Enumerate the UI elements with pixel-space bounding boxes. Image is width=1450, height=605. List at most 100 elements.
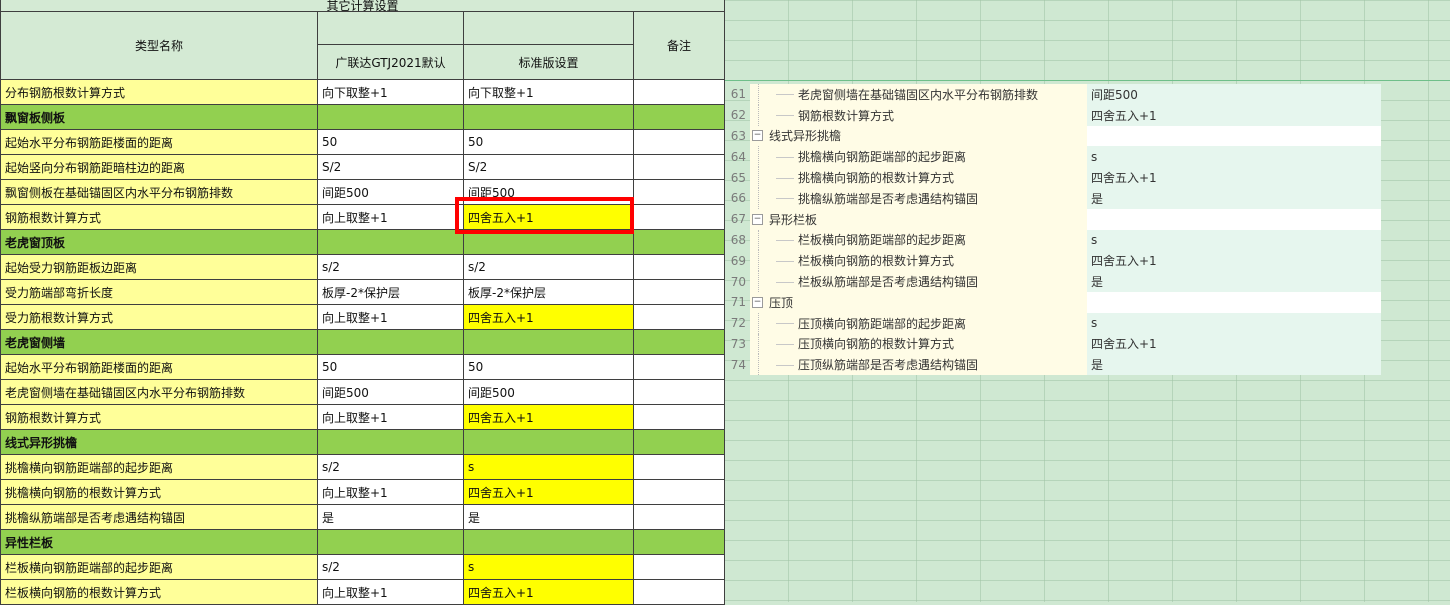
tree-item-row[interactable]: 73 压顶横向钢筋的根数计算方式 四舍五入+1: [726, 333, 1381, 355]
tree-item-row[interactable]: 62 钢筋根数计算方式 四舍五入+1: [726, 104, 1381, 126]
tree-value-cell[interactable]: [1087, 125, 1381, 147]
note-cell[interactable]: [633, 379, 725, 405]
tree-item-row[interactable]: 72 压顶横向钢筋距端部的起步距离 s: [726, 312, 1381, 334]
note-cell[interactable]: [633, 454, 725, 480]
tree-item-row[interactable]: 64 挑檐横向钢筋距端部的起步距离 s: [726, 146, 1381, 168]
header-standard[interactable]: 标准版设置: [463, 44, 634, 80]
tree-group-row[interactable]: 71− 压顶: [726, 291, 1381, 313]
type-name-cell[interactable]: 挑檐横向钢筋的根数计算方式: [0, 479, 318, 505]
note-cell[interactable]: [633, 254, 725, 280]
gtj-default-cell[interactable]: 向上取整+1: [317, 204, 464, 230]
standard-setting-cell[interactable]: 向下取整+1: [463, 79, 634, 105]
type-name-cell[interactable]: 挑檐横向钢筋距端部的起步距离: [0, 454, 318, 480]
note-cell[interactable]: [633, 479, 725, 505]
section-blank-cell[interactable]: [317, 229, 464, 255]
type-name-cell[interactable]: 老虎窗侧墙在基础锚固区内水平分布钢筋排数: [0, 379, 318, 405]
section-title-cell[interactable]: 老虎窗顶板: [0, 229, 318, 255]
tree-value-cell[interactable]: [1087, 291, 1381, 313]
tree-value-cell[interactable]: 四舍五入+1: [1087, 250, 1381, 272]
tree-value-cell[interactable]: [1087, 208, 1381, 230]
gtj-default-cell[interactable]: 是: [317, 504, 464, 530]
type-name-cell[interactable]: 钢筋根数计算方式: [0, 204, 318, 230]
type-name-cell[interactable]: 钢筋根数计算方式: [0, 404, 318, 430]
standard-setting-cell[interactable]: 50: [463, 354, 634, 380]
type-name-cell[interactable]: 飘窗侧板在基础锚固区内水平分布钢筋排数: [0, 179, 318, 205]
tree-item-row[interactable]: 61 老虎窗侧墙在基础锚固区内水平分布钢筋排数 间距500: [726, 84, 1381, 105]
standard-setting-cell[interactable]: 是: [463, 504, 634, 530]
section-blank-cell[interactable]: [633, 529, 725, 555]
tree-value-cell[interactable]: 四舍五入+1: [1087, 167, 1381, 188]
header-note[interactable]: 备注: [633, 11, 725, 80]
gtj-default-cell[interactable]: 向上取整+1: [317, 479, 464, 505]
section-blank-cell[interactable]: [463, 104, 634, 130]
gtj-default-cell[interactable]: S/2: [317, 154, 464, 180]
standard-setting-cell[interactable]: s/2: [463, 254, 634, 280]
section-title-cell[interactable]: 线式异形挑檐: [0, 429, 318, 455]
note-cell[interactable]: [633, 79, 725, 105]
gtj-default-cell[interactable]: 向上取整+1: [317, 304, 464, 330]
standard-setting-cell[interactable]: s: [463, 554, 634, 580]
gtj-default-cell[interactable]: s/2: [317, 254, 464, 280]
note-cell[interactable]: [633, 354, 725, 380]
standard-setting-cell[interactable]: 间距500: [463, 379, 634, 405]
tree-value-cell[interactable]: 四舍五入+1: [1087, 104, 1381, 126]
section-title-cell[interactable]: 老虎窗侧墙: [0, 329, 318, 355]
tree-item-row[interactable]: 68 栏板横向钢筋距端部的起步距离 s: [726, 229, 1381, 251]
type-name-cell[interactable]: 起始水平分布钢筋距楼面的距离: [0, 354, 318, 380]
collapse-toggle-icon[interactable]: −: [752, 130, 763, 142]
gtj-default-cell[interactable]: 向下取整+1: [317, 79, 464, 105]
section-blank-cell[interactable]: [633, 429, 725, 455]
standard-setting-cell[interactable]: 间距500: [463, 179, 634, 205]
tree-item-row[interactable]: 70 栏板纵筋端部是否考虑遇结构锚固 是: [726, 271, 1381, 292]
tree-item-row[interactable]: 69 栏板横向钢筋的根数计算方式 四舍五入+1: [726, 250, 1381, 272]
type-name-cell[interactable]: 栏板横向钢筋距端部的起步距离: [0, 554, 318, 580]
standard-setting-cell[interactable]: 四舍五入+1: [463, 479, 634, 505]
section-blank-cell[interactable]: [463, 529, 634, 555]
header-gtj-default[interactable]: 广联达GTJ2021默认: [317, 44, 464, 80]
tree-value-cell[interactable]: 四舍五入+1: [1087, 333, 1381, 355]
section-blank-cell[interactable]: [317, 429, 464, 455]
tree-value-cell[interactable]: 是: [1087, 354, 1381, 376]
gtj-default-cell[interactable]: 50: [317, 354, 464, 380]
section-title-cell[interactable]: 飘窗板侧板: [0, 104, 318, 130]
section-blank-cell[interactable]: [463, 329, 634, 355]
collapse-toggle-icon[interactable]: −: [752, 296, 763, 308]
tree-value-cell[interactable]: 间距500: [1087, 84, 1381, 105]
type-name-cell[interactable]: 栏板横向钢筋的根数计算方式: [0, 579, 318, 605]
tree-item-row[interactable]: 66 挑檐纵筋端部是否考虑遇结构锚固 是: [726, 187, 1381, 209]
type-name-cell[interactable]: 起始竖向分布钢筋距暗柱边的距离: [0, 154, 318, 180]
gtj-default-cell[interactable]: 50: [317, 129, 464, 155]
gtj-default-cell[interactable]: s/2: [317, 554, 464, 580]
gtj-default-cell[interactable]: s/2: [317, 454, 464, 480]
tree-value-cell[interactable]: s: [1087, 229, 1381, 251]
tree-value-cell[interactable]: s: [1087, 312, 1381, 334]
note-cell[interactable]: [633, 404, 725, 430]
section-blank-cell[interactable]: [463, 429, 634, 455]
tree-value-cell[interactable]: 是: [1087, 271, 1381, 292]
standard-setting-cell[interactable]: 四舍五入+1: [463, 404, 634, 430]
standard-setting-cell[interactable]: 四舍五入+1: [463, 579, 634, 605]
tree-group-row[interactable]: 63− 线式异形挑檐: [726, 125, 1381, 147]
standard-setting-cell[interactable]: 50: [463, 129, 634, 155]
section-title-cell[interactable]: 异性栏板: [0, 529, 318, 555]
header-blank-1[interactable]: [317, 11, 464, 45]
type-name-cell[interactable]: 起始受力钢筋距板边距离: [0, 254, 318, 280]
standard-setting-cell[interactable]: 板厚-2*保护层: [463, 279, 634, 305]
note-cell[interactable]: [633, 204, 725, 230]
standard-setting-cell[interactable]: 四舍五入+1: [463, 204, 634, 230]
standard-setting-cell[interactable]: 四舍五入+1: [463, 304, 634, 330]
collapse-toggle-icon[interactable]: −: [752, 213, 763, 225]
type-name-cell[interactable]: 起始水平分布钢筋距楼面的距离: [0, 129, 318, 155]
standard-setting-cell[interactable]: s: [463, 454, 634, 480]
note-cell[interactable]: [633, 179, 725, 205]
section-blank-cell[interactable]: [463, 229, 634, 255]
gtj-default-cell[interactable]: 板厚-2*保护层: [317, 279, 464, 305]
section-blank-cell[interactable]: [317, 529, 464, 555]
note-cell[interactable]: [633, 304, 725, 330]
note-cell[interactable]: [633, 579, 725, 605]
section-blank-cell[interactable]: [633, 329, 725, 355]
gtj-default-cell[interactable]: 向上取整+1: [317, 579, 464, 605]
type-name-cell[interactable]: 受力筋根数计算方式: [0, 304, 318, 330]
section-blank-cell[interactable]: [633, 104, 725, 130]
gtj-default-cell[interactable]: 间距500: [317, 379, 464, 405]
